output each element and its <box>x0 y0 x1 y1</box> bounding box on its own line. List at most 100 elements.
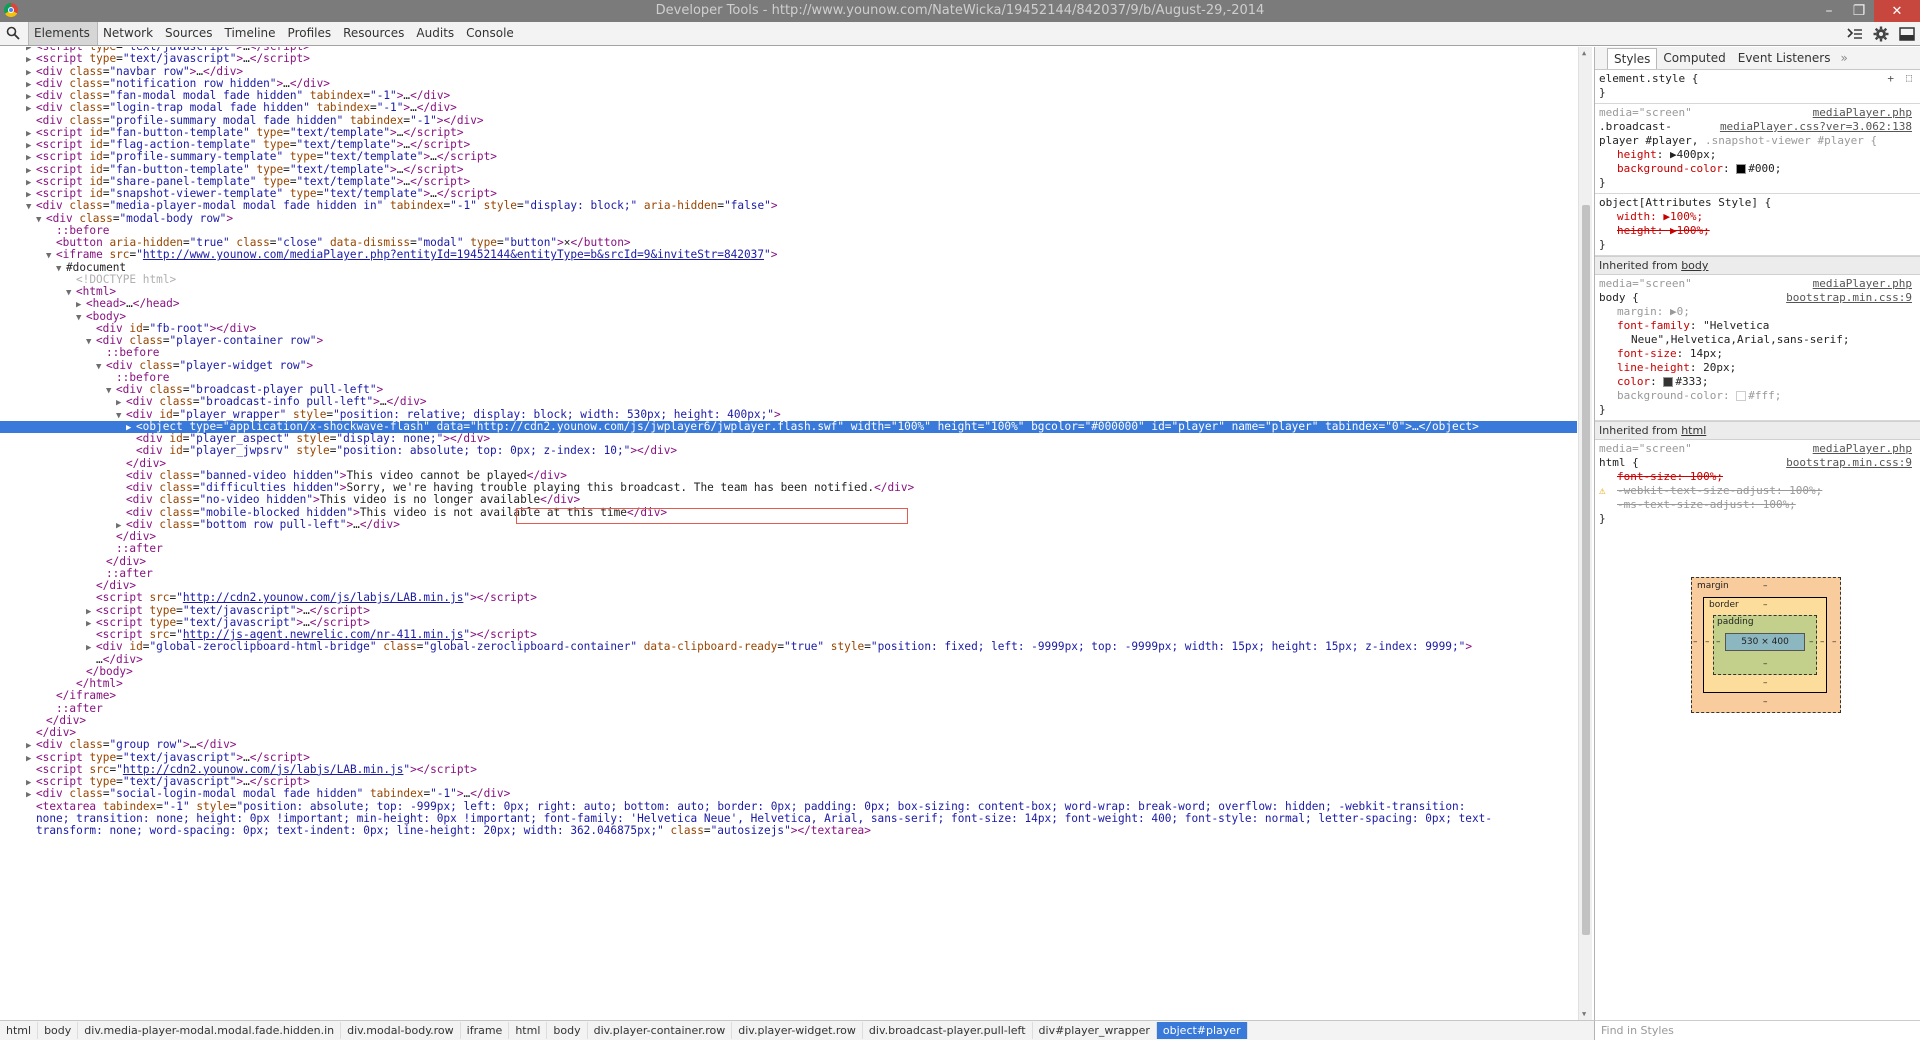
inherited-element-link[interactable]: html <box>1681 424 1706 437</box>
css-property[interactable]: width: ▶100%; <box>1599 210 1916 224</box>
tab-elements[interactable]: Elements <box>28 22 98 45</box>
css-property-overridden[interactable]: font-size: 100%; <box>1599 470 1916 484</box>
css-property-value[interactable]: #333; <box>1675 375 1708 388</box>
breadcrumb: html body div.media-player-modal.modal.fad… <box>0 1020 1594 1040</box>
box-model-content[interactable]: 530 × 400 <box>1725 633 1805 651</box>
breadcrumb-item[interactable]: div.broadcast-player.pull-left <box>863 1022 1033 1039</box>
rule-media: media="screen" <box>1599 106 1692 119</box>
rule-source-link[interactable]: mediaPlayer.php <box>1813 442 1912 456</box>
dom-node-markup: </div> <box>96 579 137 592</box>
scrollbar-thumb[interactable] <box>1582 205 1590 935</box>
breadcrumb-item[interactable]: html <box>509 1022 548 1039</box>
rule-source-link[interactable]: mediaPlayer.css?ver=3.062:138 <box>1720 120 1912 134</box>
breadcrumb-item[interactable]: div#player_wrapper <box>1033 1022 1157 1039</box>
css-property-name[interactable]: color <box>1617 375 1650 388</box>
css-property-invalid[interactable]: -ms-text-size-adjust: 100%; <box>1599 498 1916 512</box>
dock-side-icon[interactable] <box>1898 25 1916 43</box>
search-icon[interactable] <box>6 26 20 40</box>
rule-source-link[interactable]: mediaPlayer.php <box>1813 277 1912 291</box>
css-property-value-cont[interactable]: Neue",Helvetica,Arial,sans-serif; <box>1599 333 1916 347</box>
breadcrumb-item[interactable]: div.media-player-modal.modal.fade.hidden… <box>78 1022 342 1039</box>
css-property-value[interactable]: #fff; <box>1748 389 1781 402</box>
element-style-rule[interactable]: element.style { + ⬚ } <box>1595 70 1920 104</box>
css-property-value[interactable]: 20px; <box>1703 361 1736 374</box>
tab-sources[interactable]: Sources <box>160 22 219 45</box>
rule-body[interactable]: media="screen" mediaPlayer.php body {boot… <box>1595 275 1920 421</box>
toggle-element-state-icon[interactable]: ⬚ <box>1906 72 1912 86</box>
find-in-styles-input[interactable]: Find in Styles <box>1594 1020 1920 1040</box>
tab-console[interactable]: Console <box>461 22 521 45</box>
rule-source-link[interactable]: mediaPlayer.php <box>1813 106 1912 120</box>
breadcrumb-item[interactable]: object#player <box>1156 1022 1248 1039</box>
css-property-name[interactable]: font-size <box>1617 347 1677 360</box>
scroll-down-arrow-icon[interactable]: ▼ <box>1582 1010 1586 1018</box>
dom-node-markup: <textarea tabindex="-1" style="position:… <box>36 799 1466 813</box>
breadcrumb-item[interactable]: div.player-widget.row <box>732 1022 863 1039</box>
dom-node-markup: </body> <box>86 664 133 678</box>
color-swatch[interactable] <box>1736 391 1747 401</box>
css-property-overridden[interactable]: height: ▶100%; <box>1599 224 1916 238</box>
dom-node[interactable]: <div id="player_jwpsrv" style="position:… <box>0 445 677 457</box>
rule-close-brace: } <box>1599 512 1606 525</box>
css-property-name[interactable]: height <box>1617 148 1657 161</box>
breadcrumb-item[interactable]: iframe <box>461 1022 510 1039</box>
rule-broadcast-player[interactable]: media="screen" mediaPlayer.php .broadcast… <box>1595 104 1920 194</box>
breadcrumb-item[interactable]: html <box>0 1022 39 1039</box>
tab-network[interactable]: Network <box>98 22 160 45</box>
css-property-value[interactable]: "Helvetica <box>1703 319 1769 332</box>
breadcrumb-item[interactable]: body <box>547 1022 588 1039</box>
close-window-button[interactable]: ✕ <box>1874 0 1920 22</box>
dom-node[interactable]: transform: none; word-spacing: 0px; text… <box>0 824 871 837</box>
tab-audits[interactable]: Audits <box>411 22 461 45</box>
scroll-up-arrow-icon[interactable]: ▲ <box>1582 49 1586 57</box>
css-property-invalid[interactable]: -webkit-text-size-adjust: 100%; <box>1617 484 1822 497</box>
rule-html[interactable]: media="screen" mediaPlayer.php html {boot… <box>1595 440 1920 529</box>
elements-dom-tree[interactable]: ▶<script type="text/javascript">…</scrip… <box>0 47 1577 1020</box>
tab-event-listeners[interactable]: Event Listeners <box>1732 48 1837 68</box>
css-property-not-inherited[interactable]: margin: ▶0; <box>1599 305 1916 319</box>
breadcrumb-item[interactable]: body <box>38 1022 79 1039</box>
box-model-padding-right: – <box>1809 637 1814 647</box>
dom-node-markup: <div class="modal-body row"> <box>46 211 234 225</box>
css-property-value[interactable]: 400px; <box>1677 148 1717 161</box>
tab-timeline[interactable]: Timeline <box>220 22 283 45</box>
rule-source-link[interactable]: bootstrap.min.css:9 <box>1786 456 1912 470</box>
css-property-value[interactable]: #000; <box>1748 162 1781 175</box>
dom-node-markup: <div class="notification row hidden">…</… <box>36 76 330 90</box>
dom-node[interactable]: ▼ <div class="player-container row"> <box>0 334 323 347</box>
dom-node[interactable]: ▶ <div class="bottom row pull-left">…</di… <box>0 518 400 531</box>
tab-computed[interactable]: Computed <box>1657 48 1731 68</box>
css-property-name[interactable]: background-color <box>1617 389 1723 402</box>
dom-node[interactable]: ▼ <div class="modal-body row"> <box>0 211 234 225</box>
minimize-button[interactable]: – <box>1814 0 1844 22</box>
dom-node-markup: <div class="navbar row">…</div> <box>36 64 244 78</box>
dom-node[interactable]: ▶ <div id="global-zeroclipboard-html-brid… <box>0 641 1472 654</box>
css-property-name[interactable]: font-family <box>1617 319 1690 332</box>
rule-source-link[interactable]: bootstrap.min.css:9 <box>1786 291 1912 305</box>
new-rule-icon[interactable]: + <box>1887 72 1894 86</box>
gear-icon[interactable] <box>1872 25 1890 43</box>
tab-styles[interactable]: Styles <box>1607 47 1658 69</box>
dom-node-markup: </div> <box>36 726 77 739</box>
dom-node-markup: <script id="fan-button-template" type="t… <box>36 125 464 139</box>
tab-profiles[interactable]: Profiles <box>283 22 339 45</box>
inherited-element-link[interactable]: body <box>1681 259 1708 272</box>
dom-node-markup: ::after <box>56 701 103 715</box>
console-drawer-icon[interactable] <box>1846 25 1864 43</box>
css-property-name[interactable]: background-color <box>1617 162 1723 175</box>
breadcrumb-item[interactable]: div.player-container.row <box>588 1022 733 1039</box>
maximize-button[interactable]: ❐ <box>1844 0 1874 22</box>
rule-object-attributes[interactable]: object[Attributes Style] { width: ▶100%;… <box>1595 194 1920 256</box>
panel-tabs: Elements Network Sources Timeline Profiles Re… <box>28 22 521 45</box>
breadcrumb-item[interactable]: div.modal-body.row <box>341 1022 461 1039</box>
more-tabs-icon[interactable]: » <box>1836 51 1851 65</box>
dom-tree-scrollbar[interactable]: ▲ ▼ <box>1578 47 1592 1020</box>
color-swatch[interactable] <box>1736 164 1747 174</box>
dom-node-markup: ::before <box>106 346 160 360</box>
css-property-name[interactable]: line-height <box>1617 361 1690 374</box>
dom-node-markup: <script type="text/javascript">…</script… <box>96 615 370 629</box>
css-property-value[interactable]: 14px; <box>1690 347 1723 360</box>
tab-resources[interactable]: Resources <box>338 22 411 45</box>
color-swatch[interactable] <box>1663 377 1674 387</box>
rule-selector: html { <box>1599 456 1639 469</box>
